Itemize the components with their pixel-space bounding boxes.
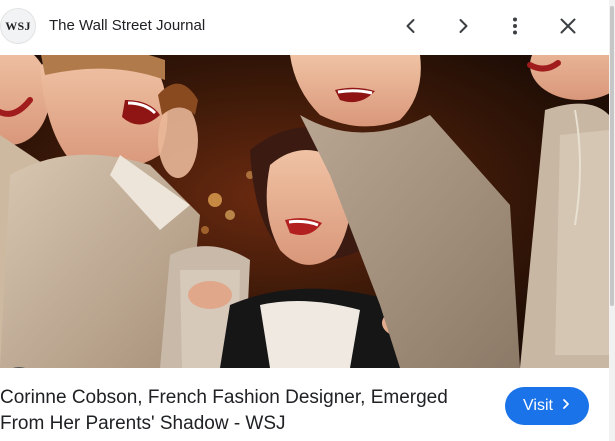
- photo-illustration: [0, 55, 609, 368]
- more-options-button[interactable]: [498, 9, 532, 43]
- preview-header: WSJ The Wall Street Journal: [0, 0, 609, 54]
- close-button[interactable]: [551, 9, 585, 43]
- source-name[interactable]: The Wall Street Journal: [49, 17, 205, 34]
- chevron-right-icon: [561, 397, 571, 415]
- scrollbar-thumb[interactable]: [610, 6, 614, 306]
- visit-button[interactable]: Visit: [505, 387, 589, 425]
- source-logo[interactable]: WSJ: [0, 8, 36, 44]
- result-title[interactable]: Corinne Cobson, French Fashion Designer,…: [0, 385, 480, 437]
- close-icon: [560, 18, 576, 34]
- image-preview-panel: WSJ The Wall Street Journal Corinne Cobs…: [0, 0, 609, 441]
- next-button[interactable]: [446, 9, 480, 43]
- scrollbar[interactable]: [609, 0, 615, 441]
- previous-button[interactable]: [394, 9, 428, 43]
- chevron-left-icon: [406, 19, 415, 33]
- chevron-right-icon: [459, 19, 468, 33]
- preview-image[interactable]: [0, 55, 609, 368]
- more-vert-icon: [513, 17, 517, 35]
- visit-button-label: Visit: [523, 397, 553, 414]
